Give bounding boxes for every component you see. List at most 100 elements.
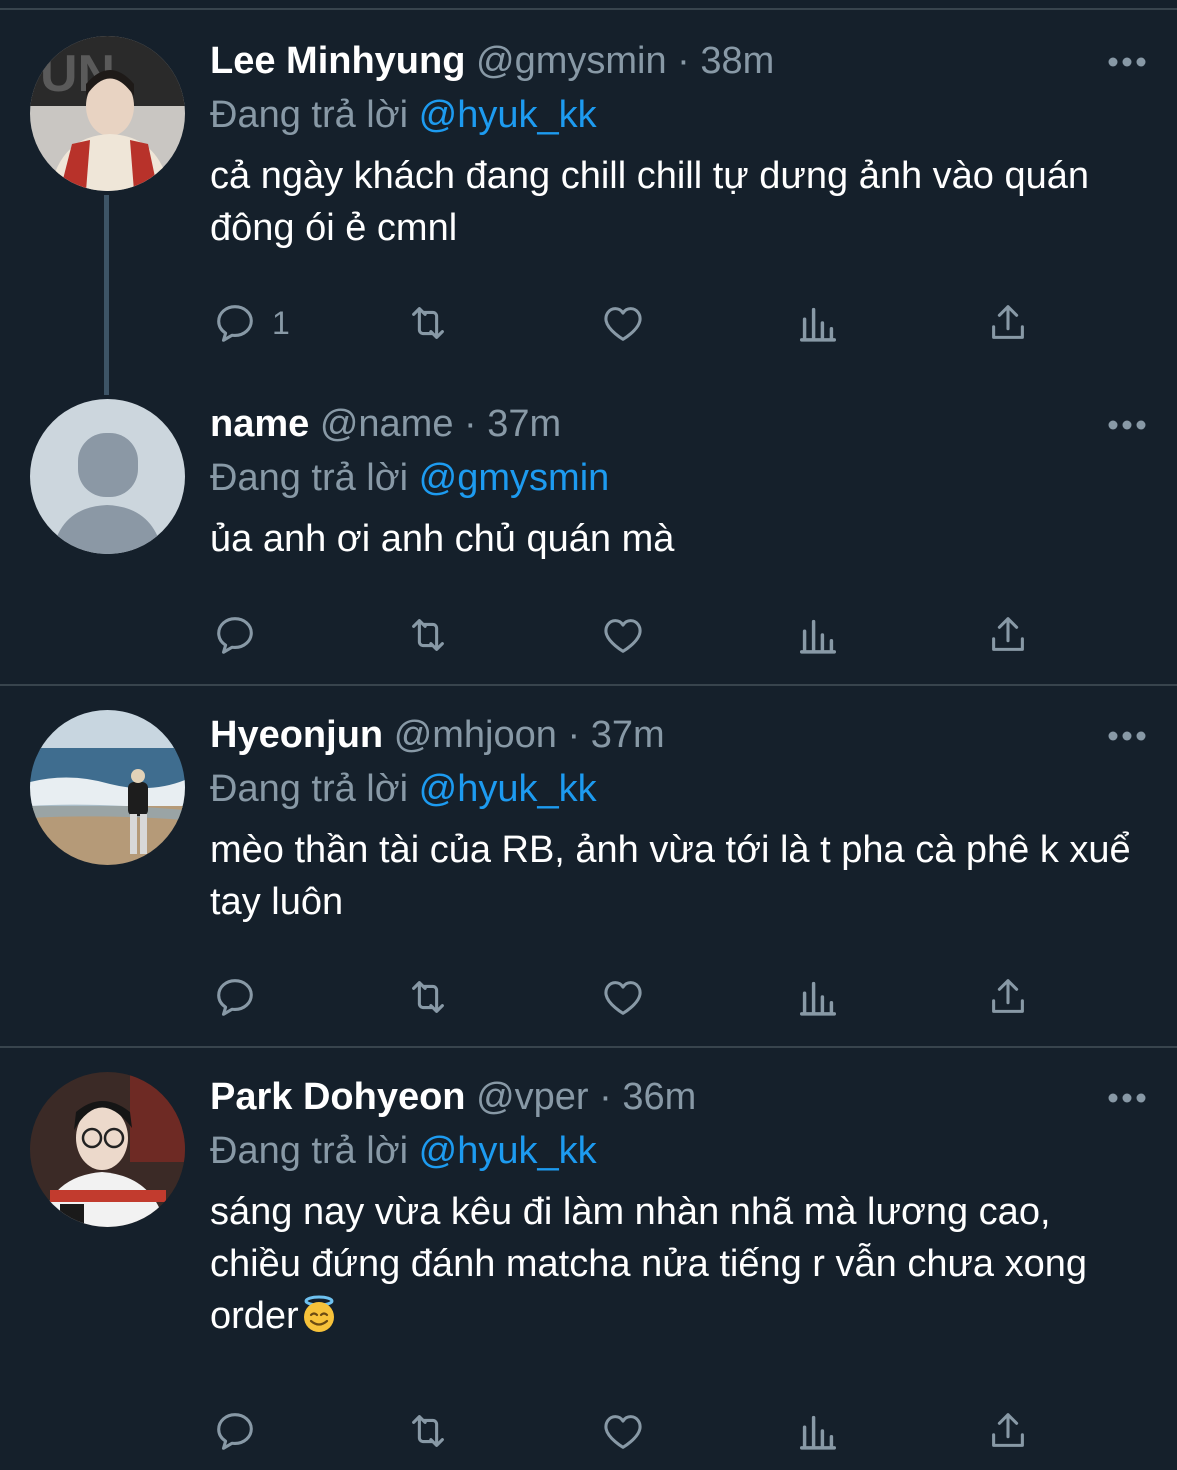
like-button[interactable] [600, 1406, 646, 1456]
analytics-button[interactable] [795, 610, 841, 660]
replying-to: Đang trả lời @hyuk_kk [210, 92, 1147, 138]
tweet-content: Hyeonjun @mhjoon · 37m Đang trả lời @hyu… [210, 712, 1147, 928]
share-button[interactable] [985, 610, 1031, 660]
avatar[interactable]: UN [30, 36, 185, 191]
timestamp[interactable]: 37m [487, 403, 561, 445]
reply-count: 1 [272, 304, 290, 341]
default-user-avatar-icon [30, 399, 185, 554]
reply-to-handle[interactable]: @hyuk_kk [419, 94, 597, 136]
replying-to: Đang trả lời @hyuk_kk [210, 1128, 1147, 1174]
action-bar [210, 1406, 1040, 1456]
reply-to-handle[interactable]: @gmysmin [419, 457, 610, 499]
action-bar [210, 972, 1040, 1022]
tweet-1[interactable]: UN Lee Minhyung @gmysmin · 38m Đang trả … [0, 0, 1177, 395]
display-name[interactable]: Park Dohyeon [210, 1076, 466, 1118]
retweet-icon [412, 1415, 444, 1447]
reply-to-handle[interactable]: @hyuk_kk [419, 768, 597, 810]
reply-prefix: Đang trả lời [210, 1130, 409, 1172]
tweet-text: cả ngày khách đang chill chill tự dưng ả… [210, 155, 1090, 249]
replying-to: Đang trả lời @gmysmin [210, 455, 1147, 501]
like-icon [604, 619, 642, 653]
retweet-icon [412, 619, 444, 651]
reply-to-handle[interactable]: @hyuk_kk [419, 1130, 597, 1172]
retweet-button[interactable] [405, 298, 451, 348]
more-options-icon[interactable] [1107, 1092, 1147, 1104]
analytics-icon [799, 1415, 837, 1450]
reply-icon [217, 305, 253, 342]
tweet-content: name @name · 37m Đang trả lời @gmysmin ủ… [210, 401, 1147, 565]
person-photo-avatar-icon [30, 1072, 185, 1227]
share-button[interactable] [985, 972, 1031, 1022]
reply-button[interactable] [212, 1406, 272, 1456]
handle[interactable]: @vper [476, 1076, 589, 1118]
tweet-text: sáng nay vừa kêu đi làm nhàn nhã mà lươn… [210, 1191, 1087, 1337]
reply-icon [217, 617, 253, 654]
reply-icon [217, 1413, 253, 1450]
more-options-icon[interactable] [1107, 419, 1147, 431]
share-icon [992, 979, 1024, 1013]
like-button[interactable] [600, 298, 646, 348]
action-bar: 1 [210, 298, 1040, 348]
handle[interactable]: @name [320, 403, 454, 445]
tweet-content: Lee Minhyung @gmysmin · 38m Đang trả lời… [210, 38, 1147, 254]
separator: · [567, 714, 581, 756]
separator: · [599, 1076, 612, 1118]
display-name[interactable]: name [210, 403, 309, 445]
analytics-button[interactable] [795, 972, 841, 1022]
handle[interactable]: @mhjoon [394, 714, 557, 756]
analytics-button[interactable] [795, 298, 841, 348]
more-options-icon[interactable] [1107, 56, 1147, 68]
avatar[interactable] [30, 1072, 185, 1227]
retweet-button[interactable] [405, 610, 451, 660]
like-icon [604, 981, 642, 1015]
display-name[interactable]: Lee Minhyung [210, 40, 465, 82]
reply-button[interactable]: 1 [212, 298, 290, 348]
analytics-icon [799, 307, 837, 342]
replying-to: Đang trả lời @hyuk_kk [210, 766, 1147, 812]
tweet-header: name @name · 37m [210, 401, 1147, 447]
avatar[interactable] [30, 399, 185, 554]
tweet-3[interactable]: Hyeonjun @mhjoon · 37m Đang trả lời @hyu… [0, 686, 1177, 1047]
tweet-2[interactable]: name @name · 37m Đang trả lời @gmysmin ủ… [0, 395, 1177, 685]
tweet-4[interactable]: Park Dohyeon @vper · 36m Đang trả lời @h… [0, 1048, 1177, 1470]
analytics-icon [799, 981, 837, 1016]
reply-button[interactable] [212, 972, 272, 1022]
reply-prefix: Đang trả lời [210, 768, 409, 810]
beach-photo-avatar-icon [30, 710, 185, 865]
tweet-text: ủa anh ơi anh chủ quán mà [210, 518, 675, 560]
like-icon [604, 307, 642, 341]
analytics-icon [799, 619, 837, 654]
tweet-header: Lee Minhyung @gmysmin · 38m [210, 38, 1147, 84]
like-button[interactable] [600, 610, 646, 660]
reply-prefix: Đang trả lời [210, 94, 409, 136]
like-icon [604, 1415, 642, 1449]
tweet-header: Hyeonjun @mhjoon · 37m [210, 712, 1147, 758]
timestamp[interactable]: 36m [622, 1076, 696, 1118]
retweet-button[interactable] [405, 972, 451, 1022]
display-name[interactable]: Hyeonjun [210, 714, 383, 756]
person-photo-avatar-icon: UN [30, 36, 185, 191]
more-options-icon[interactable] [1107, 730, 1147, 742]
tweet-text: mèo thần tài của RB, ảnh vừa tới là t ph… [210, 829, 1131, 923]
tweet-header: Park Dohyeon @vper · 36m [210, 1074, 1147, 1120]
retweet-icon [412, 307, 444, 339]
share-icon [992, 305, 1024, 339]
avatar[interactable] [30, 710, 185, 865]
timestamp[interactable]: 38m [700, 40, 774, 82]
like-button[interactable] [600, 972, 646, 1022]
share-icon [992, 1413, 1024, 1447]
action-bar [210, 610, 1040, 660]
retweet-icon [412, 981, 444, 1013]
retweet-button[interactable] [405, 1406, 451, 1456]
share-icon [992, 617, 1024, 651]
tweet-content: Park Dohyeon @vper · 36m Đang trả lời @h… [210, 1074, 1147, 1342]
analytics-button[interactable] [795, 1406, 841, 1456]
timestamp[interactable]: 37m [591, 714, 665, 756]
reply-icon [217, 979, 253, 1016]
share-button[interactable] [985, 298, 1031, 348]
reply-button[interactable] [212, 610, 272, 660]
separator: · [677, 40, 690, 82]
handle[interactable]: @gmysmin [476, 40, 667, 82]
share-button[interactable] [985, 1406, 1031, 1456]
smiling-face-with-halo-icon [303, 1295, 334, 1332]
